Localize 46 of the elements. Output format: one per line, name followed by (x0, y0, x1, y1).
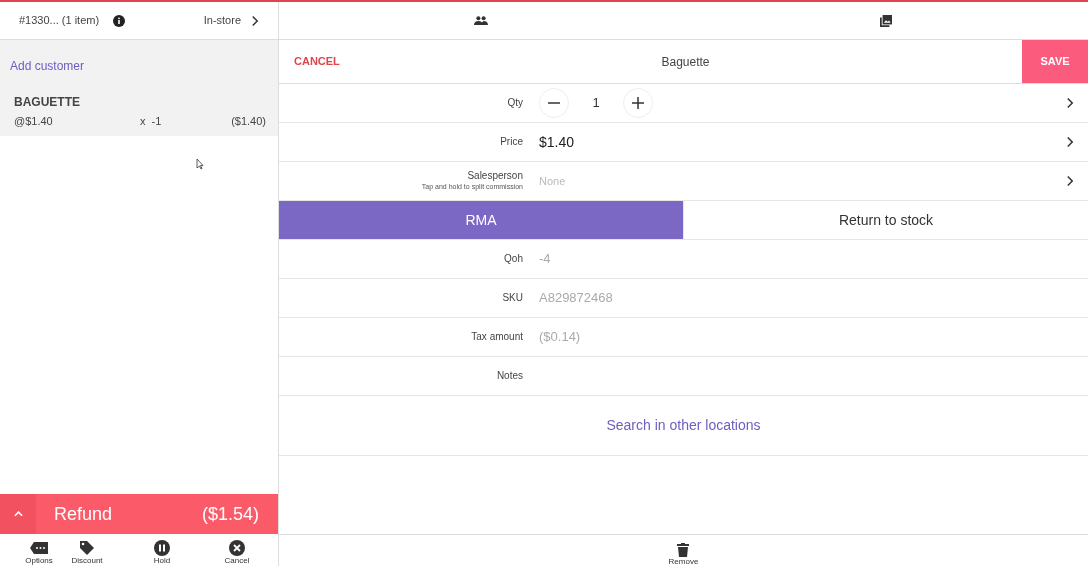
price-value: $1.40 (539, 132, 575, 152)
field-label: Price (500, 135, 523, 149)
item-title: Baguette (660, 53, 711, 71)
refund-amount: ($1.54) (201, 502, 259, 526)
chevron-right-icon[interactable] (1066, 97, 1074, 109)
field-label: Qty (507, 96, 523, 110)
images-icon[interactable] (879, 14, 892, 27)
field-label: Salesperson (467, 170, 523, 183)
item-total: ($1.40) (231, 114, 266, 129)
cancel-button[interactable]: CANCEL (279, 53, 349, 70)
plus-icon (632, 97, 644, 109)
chevron-right-icon[interactable] (1066, 175, 1074, 187)
chevron-right-icon[interactable] (251, 14, 259, 27)
hold-button[interactable]: Hold (112, 540, 212, 565)
options-button[interactable]: Options (16, 540, 62, 565)
people-icon[interactable] (474, 16, 489, 25)
quantity-value: 1 (591, 94, 601, 113)
pause-icon (154, 540, 170, 556)
segment-tab[interactable]: RMA (279, 201, 683, 239)
info-icon[interactable] (113, 14, 126, 27)
discount-button[interactable]: Discount (62, 540, 112, 565)
field-label: Notes (496, 369, 523, 383)
field-label: SKU (502, 291, 523, 305)
cursor-icon (196, 157, 204, 170)
field-value: -4 (539, 250, 551, 269)
tag-dots-icon (30, 540, 48, 556)
item-name: BAGUETTE (14, 94, 81, 111)
salesperson-field[interactable]: None (539, 172, 739, 190)
field-value: ($0.14) (539, 328, 581, 347)
search-locations-link[interactable]: Search in other locations (606, 415, 761, 436)
cart-item[interactable]: BAGUETTE @$1.40 x -1 ($1.40) (0, 87, 278, 136)
field-label: Qoh (504, 252, 523, 266)
order-mode[interactable]: In-store (203, 12, 241, 29)
add-customer-link[interactable]: Add customer (10, 59, 85, 73)
remove-button[interactable]: Remove (668, 543, 699, 566)
close-icon (229, 540, 245, 556)
chevron-right-icon[interactable] (1066, 136, 1074, 148)
cancel-button[interactable]: Cancel (212, 540, 262, 565)
order-title: #1330... (1 item) (19, 13, 100, 29)
tag-icon (79, 540, 95, 556)
trash-icon (677, 543, 690, 557)
unit-price: @$1.40 (14, 114, 54, 129)
refund-label: Refund (54, 502, 113, 526)
field-value: A829872468 (539, 289, 613, 308)
item-quantity: x -1 (140, 114, 162, 129)
field-label: Tax amount (471, 330, 523, 344)
